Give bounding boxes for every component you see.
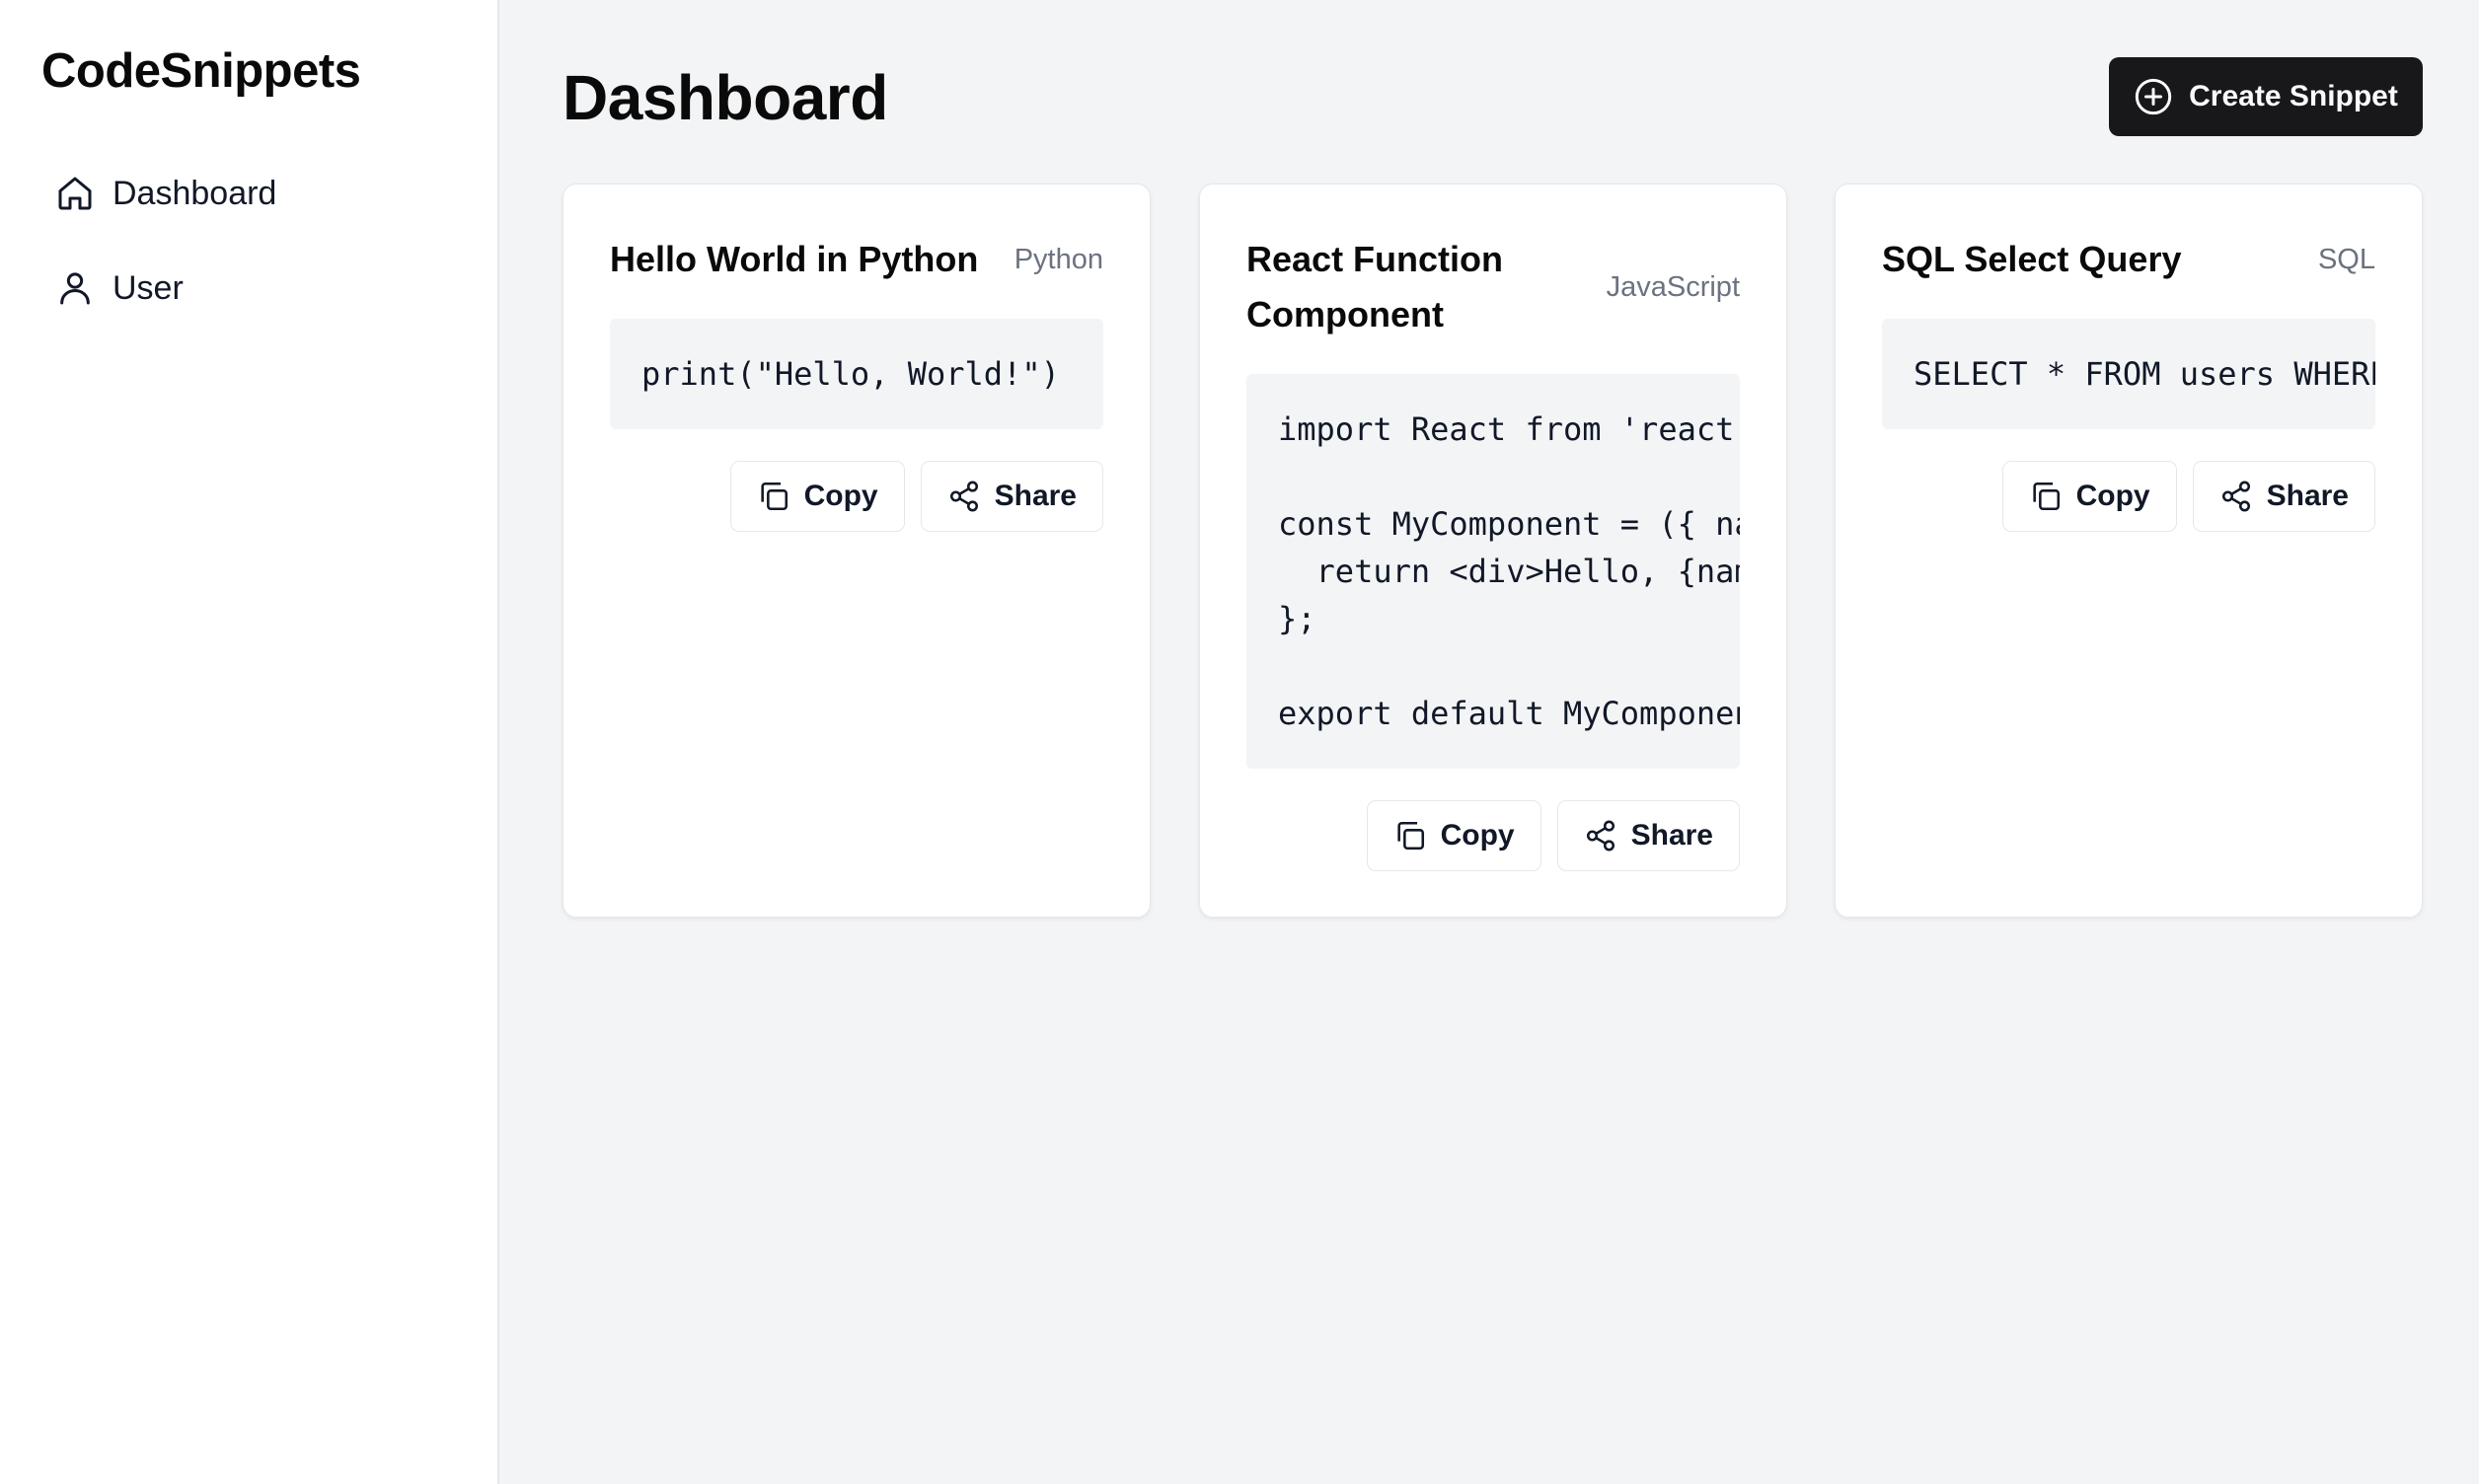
snippet-language: SQL [2317,243,2375,275]
sidebar-item-dashboard[interactable]: Dashboard [55,164,470,223]
share-button[interactable]: Share [920,461,1103,532]
copy-button[interactable]: Copy [1366,800,1541,871]
share-label: Share [1630,819,1713,852]
page-title: Dashboard [563,62,888,133]
snippet-code[interactable]: print("Hello, World!") [610,319,1103,429]
sidebar: CodeSnippets Dashboard User [0,0,499,1484]
copy-button[interactable]: Copy [2001,461,2177,532]
copy-icon [2033,482,2060,511]
card-header: React Function Component JavaScript [1246,232,1740,342]
create-snippet-button[interactable]: Create Snippet [2109,57,2423,136]
sidebar-nav: Dashboard User [55,164,470,353]
snippet-language: JavaScript [1606,270,1740,303]
snippet-card: React Function Component JavaScript impo… [1199,184,1787,918]
snippet-card: Hello World in Python Python print("Hell… [563,184,1151,918]
snippet-code[interactable]: import React from 'react'; const MyCompo… [1246,374,1740,769]
snippet-actions: Copy Share [2001,461,2375,532]
snippet-actions: Copy Share [1366,800,1740,871]
share-label: Share [2266,480,2349,512]
snippet-title: React Function Component [1246,239,1504,334]
snippet-actions: Copy Share [729,461,1103,532]
snippet-title: SQL Select Query [1882,239,2182,279]
home-icon [58,177,92,210]
share-button[interactable]: Share [1556,800,1740,871]
copy-label: Copy [803,480,878,512]
sidebar-item-user[interactable]: User [55,259,470,318]
share-icon [1586,820,1615,852]
share-icon [949,481,978,512]
app-logo[interactable]: CodeSnippets [41,43,361,99]
copy-label: Copy [2075,480,2150,512]
card-header: Hello World in Python Python [610,232,1103,287]
snippet-title: Hello World in Python [610,239,979,279]
share-icon [2221,481,2250,512]
copy-button[interactable]: Copy [729,461,905,532]
create-snippet-label: Create Snippet [2189,80,2398,112]
snippet-card: SQL Select Query SQL SELECT * FROM users… [1835,184,2423,918]
sidebar-item-label: User [113,268,184,307]
copy-icon [1397,821,1424,851]
card-header: SQL Select Query SQL [1882,232,2375,287]
copy-icon [761,482,788,511]
user-icon [60,272,90,305]
plus-circle-icon [2135,78,2172,115]
snippet-code[interactable]: SELECT * FROM users WHERE [1882,319,2375,429]
share-label: Share [994,480,1077,512]
copy-label: Copy [1440,819,1515,852]
share-button[interactable]: Share [2192,461,2375,532]
sidebar-item-label: Dashboard [113,174,277,212]
snippet-language: Python [1014,243,1103,275]
